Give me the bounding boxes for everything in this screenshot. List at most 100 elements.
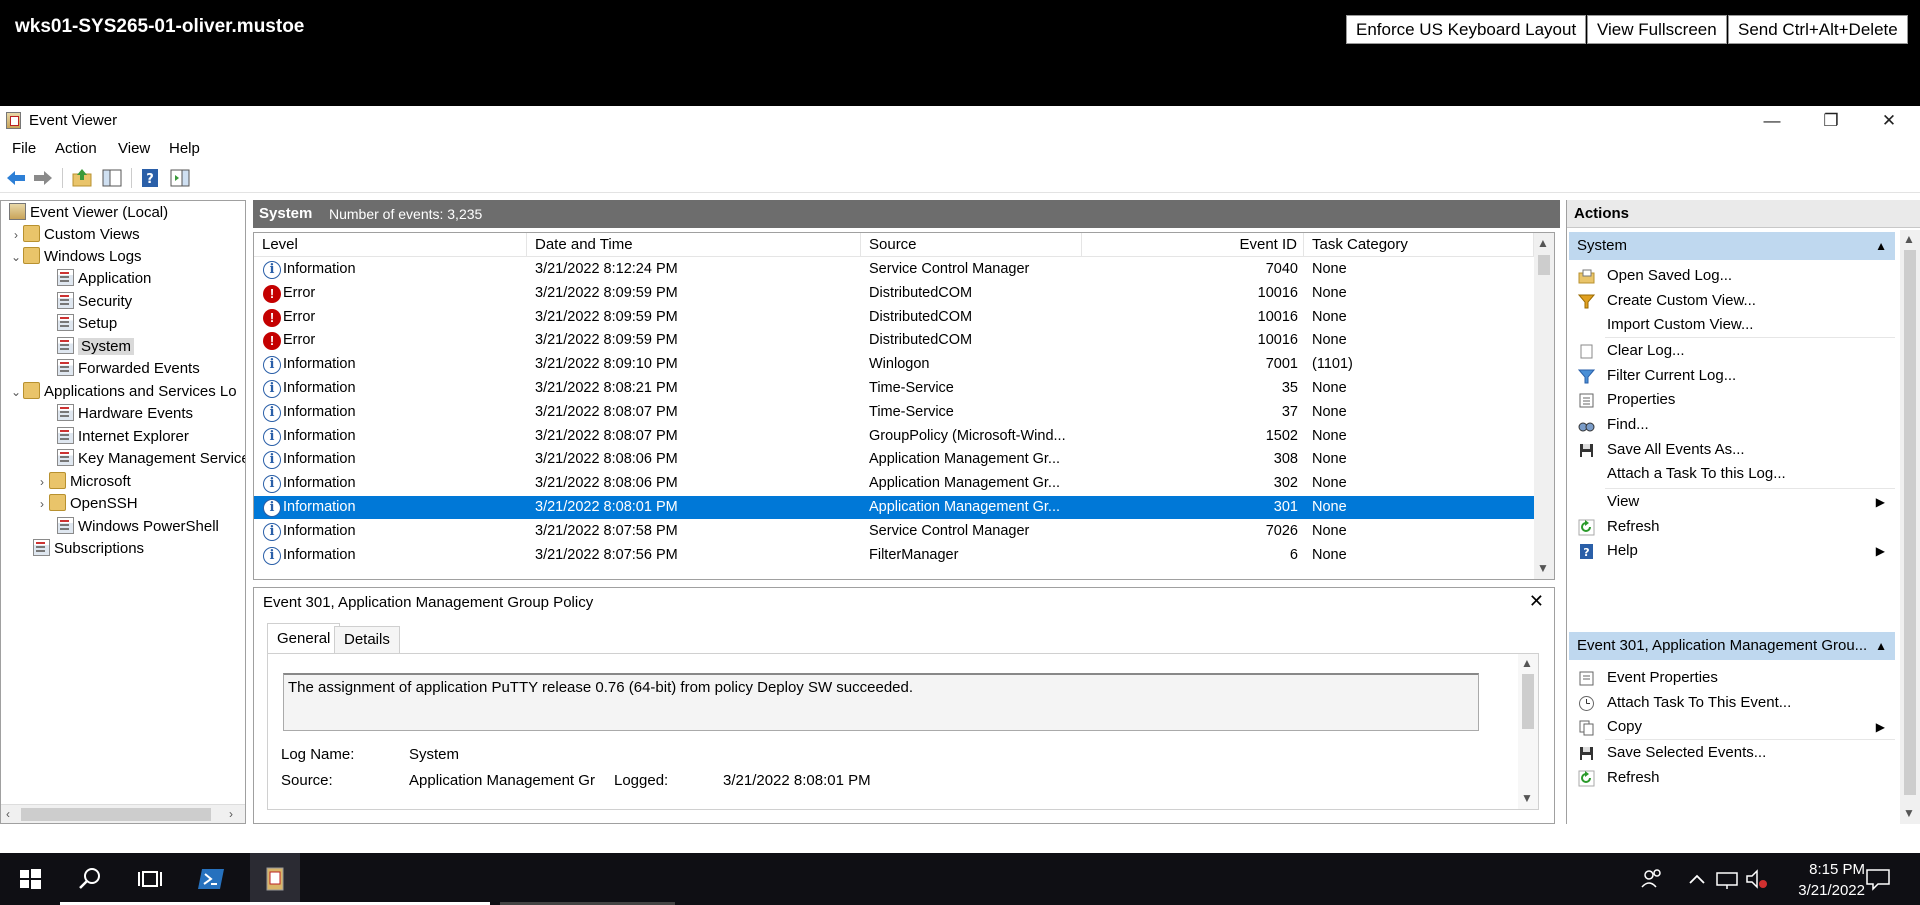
event-row[interactable]: ! Error 3/21/2022 8:09:59 PM DistributedCOM… bbox=[254, 282, 1534, 305]
tab-general[interactable]: General bbox=[267, 623, 341, 654]
scroll-down-icon[interactable]: ▼ bbox=[1537, 561, 1549, 575]
scrollbar-thumb[interactable] bbox=[21, 808, 211, 821]
send-ctrl-alt-delete-button[interactable]: Send Ctrl+Alt+Delete bbox=[1728, 15, 1908, 44]
chevron-down-icon[interactable]: ⌄ bbox=[9, 246, 23, 268]
scrollbar-thumb[interactable] bbox=[1538, 255, 1550, 275]
tree-item-forwarded-events[interactable]: Forwarded Events bbox=[57, 358, 200, 380]
detail-scrollbar[interactable]: ▲ ▼ bbox=[1518, 654, 1538, 809]
actions-section-system[interactable]: System ▲ bbox=[1569, 232, 1895, 260]
tree-item-subscriptions[interactable]: Subscriptions bbox=[33, 538, 144, 560]
network-icon[interactable] bbox=[1714, 863, 1740, 895]
show-hide-action-pane-icon[interactable] bbox=[169, 167, 191, 189]
scroll-down-icon[interactable]: ▼ bbox=[1521, 791, 1533, 805]
scroll-up-icon[interactable]: ▲ bbox=[1537, 236, 1549, 250]
search-icon[interactable] bbox=[74, 863, 106, 895]
scroll-up-icon[interactable]: ▲ bbox=[1521, 656, 1533, 670]
tree-item-internet-explorer[interactable]: Internet Explorer bbox=[57, 426, 189, 448]
event-row[interactable]: i Information 3/21/2022 8:08:07 PM GroupPol… bbox=[254, 425, 1534, 448]
scroll-left-icon[interactable]: ‹ bbox=[6, 807, 10, 821]
action-label: Save All Events As... bbox=[1607, 440, 1745, 458]
volume-muted-icon[interactable] bbox=[1744, 863, 1770, 895]
tree-item-openssh[interactable]: › OpenSSH bbox=[35, 493, 138, 515]
cell-task-category: None bbox=[1312, 332, 1347, 349]
event-row[interactable]: i Information 3/21/2022 8:07:56 PM FilterMa… bbox=[254, 544, 1534, 567]
start-windows-icon[interactable] bbox=[14, 863, 46, 895]
menu-view[interactable]: View bbox=[118, 140, 150, 157]
column-task-category[interactable]: Task Category bbox=[1304, 233, 1534, 257]
minimize-button[interactable]: — bbox=[1749, 106, 1795, 136]
event-row[interactable]: ! Error 3/21/2022 8:09:59 PM DistributedCOM… bbox=[254, 329, 1534, 352]
people-icon[interactable] bbox=[1640, 863, 1664, 895]
event-row[interactable]: i Information 3/21/2022 8:08:06 PM Applicat… bbox=[254, 448, 1534, 471]
action-help[interactable]: ? Help ▶ bbox=[1569, 536, 1895, 566]
scrollbar-thumb[interactable] bbox=[1904, 250, 1916, 795]
event-row[interactable]: i Information 3/21/2022 8:07:58 PM Service … bbox=[254, 520, 1534, 543]
column-date-time[interactable]: Date and Time bbox=[527, 233, 861, 257]
event-message[interactable]: The assignment of application PuTTY rele… bbox=[283, 673, 1479, 731]
tree-item-application[interactable]: Application bbox=[57, 268, 151, 290]
chevron-right-icon[interactable]: › bbox=[35, 471, 49, 493]
show-hide-console-tree-icon[interactable] bbox=[101, 167, 123, 189]
tree-item-applications-and-services[interactable]: ⌄ Applications and Services Lo bbox=[9, 381, 237, 403]
tree-item-setup[interactable]: Setup bbox=[57, 313, 117, 335]
event-row[interactable]: i Information 3/21/2022 8:08:21 PM Time-Ser… bbox=[254, 377, 1534, 400]
column-level[interactable]: Level bbox=[254, 233, 527, 257]
view-fullscreen-button[interactable]: View Fullscreen bbox=[1587, 15, 1727, 44]
tree-label: Hardware Events bbox=[78, 405, 194, 422]
back-arrow-icon[interactable] bbox=[5, 167, 27, 189]
tree-horizontal-scrollbar[interactable]: ‹ › bbox=[1, 804, 245, 823]
event-viewer-taskbar-icon[interactable] bbox=[259, 863, 291, 895]
collapse-icon[interactable]: ▲ bbox=[1875, 232, 1887, 260]
chevron-right-icon[interactable]: › bbox=[35, 493, 49, 515]
tab-details[interactable]: Details bbox=[334, 626, 400, 654]
tree-item-hardware-events[interactable]: Hardware Events bbox=[57, 403, 193, 425]
enforce-us-keyboard-button[interactable]: Enforce US Keyboard Layout bbox=[1346, 15, 1587, 44]
actions-scrollbar[interactable]: ▲ ▼ bbox=[1900, 230, 1920, 824]
column-source[interactable]: Source bbox=[861, 233, 1082, 257]
tree-item-microsoft[interactable]: › Microsoft bbox=[35, 471, 131, 493]
scroll-up-icon[interactable]: ▲ bbox=[1903, 232, 1915, 246]
event-row[interactable]: i Information 3/21/2022 8:09:10 PM Winlogon… bbox=[254, 353, 1534, 376]
scroll-right-icon[interactable]: › bbox=[229, 807, 233, 821]
task-view-icon[interactable] bbox=[134, 863, 166, 895]
save-icon bbox=[1580, 747, 1593, 761]
chevron-down-icon[interactable]: ⌄ bbox=[9, 381, 23, 403]
close-detail-button[interactable]: ✕ bbox=[1529, 591, 1544, 612]
event-row[interactable]: i Information 3/21/2022 8:08:07 PM Time-Ser… bbox=[254, 401, 1534, 424]
powershell-icon[interactable] bbox=[196, 863, 228, 895]
tree-item-event-viewer-local[interactable]: Event Viewer (Local) bbox=[9, 202, 168, 224]
column-event-id[interactable]: Event ID bbox=[1082, 233, 1304, 257]
menu-file[interactable]: File bbox=[12, 140, 36, 157]
tree-item-system[interactable]: System bbox=[57, 336, 135, 358]
menu-action[interactable]: Action bbox=[55, 140, 97, 157]
tree-label: Subscriptions bbox=[54, 540, 145, 557]
event-action-refresh[interactable]: Refresh bbox=[1569, 763, 1895, 793]
scroll-down-icon[interactable]: ▼ bbox=[1903, 806, 1915, 820]
tree-item-windows-powershell[interactable]: Windows PowerShell bbox=[57, 516, 219, 538]
tree-item-windows-logs[interactable]: ⌄ Windows Logs bbox=[9, 246, 142, 268]
menu-help[interactable]: Help bbox=[169, 140, 200, 157]
event-row[interactable]: i Information 3/21/2022 8:12:24 PM Service … bbox=[254, 258, 1534, 281]
action-attach-a-task-to-this-log[interactable]: Attach a Task To this Log... bbox=[1569, 459, 1895, 489]
system-clock[interactable]: 8:15 PM 3/21/2022 bbox=[1798, 859, 1865, 901]
help-icon[interactable]: ? bbox=[139, 167, 161, 189]
chevron-right-icon[interactable]: › bbox=[9, 224, 23, 246]
event-row[interactable]: ! Error 3/21/2022 8:09:59 PM DistributedCOM… bbox=[254, 306, 1534, 329]
tree-item-custom-views[interactable]: › Custom Views bbox=[9, 224, 140, 246]
tree-item-security[interactable]: Security bbox=[57, 291, 132, 313]
chevron-up-icon[interactable] bbox=[1686, 863, 1708, 895]
tree-item-key-management-service[interactable]: Key Management Service bbox=[57, 448, 245, 470]
taskbar-active-app[interactable] bbox=[250, 853, 300, 905]
close-button[interactable]: ✕ bbox=[1866, 106, 1912, 136]
forward-arrow-icon[interactable] bbox=[32, 167, 54, 189]
notifications-icon[interactable] bbox=[1864, 863, 1892, 895]
actions-section-event[interactable]: Event 301, Application Management Grou..… bbox=[1569, 632, 1895, 660]
collapse-icon[interactable]: ▲ bbox=[1875, 632, 1887, 660]
tree-label: Custom Views bbox=[44, 226, 140, 243]
event-row-selected[interactable]: i Information 3/21/2022 8:08:01 PM Applicat… bbox=[254, 496, 1534, 519]
folder-up-icon[interactable] bbox=[71, 167, 93, 189]
event-list-scrollbar[interactable]: ▲ ▼ bbox=[1534, 233, 1554, 579]
scrollbar-thumb[interactable] bbox=[1522, 674, 1534, 729]
restore-button[interactable]: ❐ bbox=[1808, 106, 1854, 136]
event-row[interactable]: i Information 3/21/2022 8:08:06 PM Applicat… bbox=[254, 472, 1534, 495]
